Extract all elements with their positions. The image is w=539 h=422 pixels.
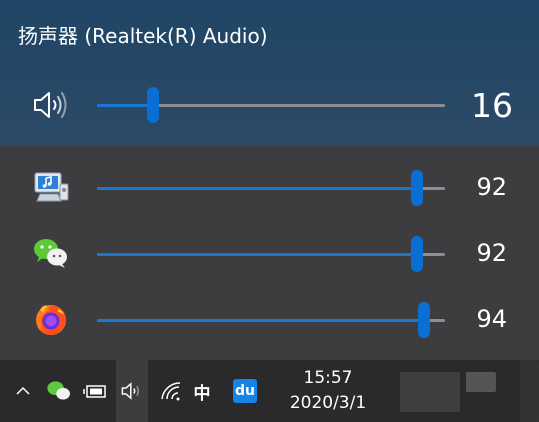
device-volume-fill	[97, 104, 153, 107]
wifi-icon[interactable]	[156, 360, 186, 422]
device-volume-value: 16	[471, 86, 513, 125]
app-volume-fill	[97, 319, 425, 322]
baidu-label: du	[233, 379, 257, 403]
device-volume-row: 16	[0, 84, 539, 126]
show-desktop-button[interactable]	[520, 360, 539, 422]
action-center-icon[interactable]	[466, 372, 496, 392]
app-volume-value: 94	[476, 305, 507, 333]
app-volume-slider[interactable]	[97, 170, 445, 206]
clock[interactable]: 15:57 2020/3/1	[270, 366, 386, 416]
clock-date: 2020/3/1	[289, 393, 367, 413]
show-hidden-icons-chevron-icon[interactable]	[10, 360, 36, 422]
wechat-tray-icon[interactable]	[44, 360, 74, 422]
baidu-netdisk-icon[interactable]: du	[228, 360, 262, 422]
app-volume-thumb[interactable]	[411, 236, 424, 272]
notification-icon[interactable]	[400, 372, 460, 412]
taskbar: 中 du 15:57 2020/3/1	[0, 360, 539, 422]
system-sounds-icon[interactable]	[30, 166, 72, 208]
firefox-icon[interactable]	[30, 298, 72, 340]
wechat-icon[interactable]	[30, 232, 72, 274]
clock-time: 15:57	[303, 368, 353, 388]
battery-icon[interactable]	[80, 360, 110, 422]
speaker-icon[interactable]	[30, 84, 72, 126]
device-title[interactable]: 扬声器 (Realtek(R) Audio)	[18, 20, 268, 49]
app-volume-thumb[interactable]	[411, 170, 424, 206]
app-volume-value: 92	[476, 239, 507, 267]
app-volume-thumb[interactable]	[418, 302, 431, 338]
volume-mixer-flyout: 扬声器 (Realtek(R) Audio) 16 92 92 94	[0, 0, 539, 360]
app-volume-value: 92	[476, 173, 507, 201]
app-volume-fill	[97, 253, 418, 256]
app-volume-row: 94	[0, 298, 539, 340]
device-volume-thumb[interactable]	[146, 87, 159, 123]
app-volume-slider[interactable]	[97, 302, 445, 338]
app-volume-row: 92	[0, 166, 539, 208]
ime-indicator[interactable]: 中	[188, 360, 216, 422]
volume-tray-icon[interactable]	[116, 360, 148, 422]
app-volume-row: 92	[0, 232, 539, 274]
app-volume-slider[interactable]	[97, 236, 445, 272]
device-volume-slider[interactable]	[97, 87, 445, 123]
app-volume-fill	[97, 187, 418, 190]
